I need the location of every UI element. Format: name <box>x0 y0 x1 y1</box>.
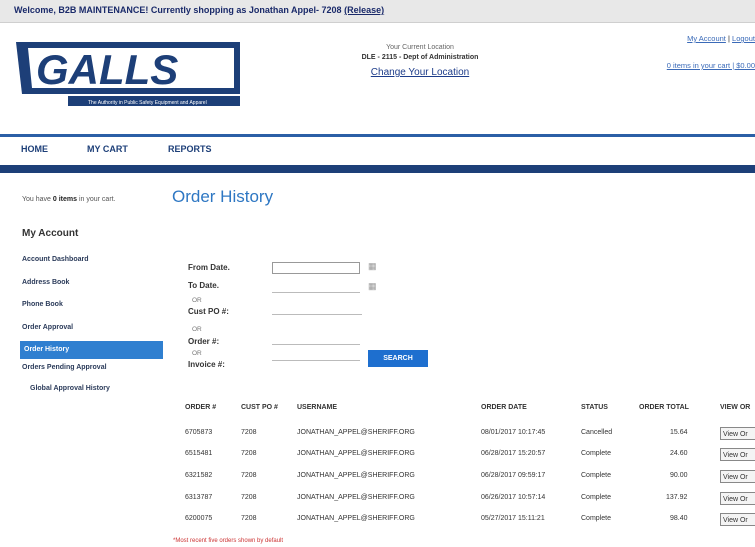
nav-my-cart[interactable]: MY CART <box>87 144 128 154</box>
cust-po: 7208 <box>241 472 257 479</box>
view-order-button[interactable]: View Or <box>720 448 755 461</box>
order-date: 05/27/2017 15:11:21 <box>481 515 545 522</box>
main-nav: HOME MY CART REPORTS <box>0 134 755 173</box>
logo-tagline: The Authority in Public Safety Equipment… <box>88 100 207 106</box>
cust-po: 7208 <box>241 450 257 457</box>
cart-count: 0 items <box>52 196 78 203</box>
galls-logo[interactable]: GALLS The Authority in Public Safety Equ… <box>8 34 258 116</box>
sidebar-item-order-approval[interactable]: Order Approval <box>22 324 73 331</box>
or-label: OR <box>192 350 202 357</box>
calendar-icon[interactable]: ▦ <box>368 261 377 272</box>
sidebar-title: My Account <box>22 228 79 239</box>
header-status: STATUS <box>581 404 608 411</box>
order-date: 06/26/2017 10:57:14 <box>481 494 546 501</box>
cart-message-post: in your cart. <box>78 196 116 203</box>
order-status: Cancelled <box>581 429 613 436</box>
cust-po-input[interactable] <box>272 314 362 315</box>
welcome-text: Welcome, B2B MAINTENANCE! Currently shop… <box>14 5 342 15</box>
header-order-number: ORDER # <box>185 404 217 411</box>
order-total: 90.00 <box>670 472 688 479</box>
order-status: Complete <box>581 472 611 479</box>
order-number-label: Order #: <box>188 337 220 346</box>
my-account-link[interactable]: My Account <box>687 34 726 43</box>
cust-po-label: Cust PO #: <box>188 307 229 316</box>
username: JONATHAN_APPEL@SHERIFF.ORG <box>297 515 415 522</box>
cust-po: 7208 <box>241 429 257 436</box>
order-total: 15.64 <box>670 429 688 436</box>
order-total: 137.92 <box>666 494 688 501</box>
order-status: Complete <box>581 450 611 457</box>
invoice-number-input[interactable] <box>272 360 360 361</box>
order-status: Complete <box>581 515 611 522</box>
order-total: 24.60 <box>670 450 688 457</box>
header-cust-po: CUST PO # <box>241 404 278 411</box>
sidebar-item-address-book[interactable]: Address Book <box>22 279 69 286</box>
view-order-button[interactable]: View Or <box>720 513 755 526</box>
order-number: 6515481 <box>185 450 213 457</box>
order-status: Complete <box>581 494 611 501</box>
order-number: 6200075 <box>185 515 213 522</box>
order-total: 98.40 <box>670 515 688 522</box>
cust-po: 7208 <box>241 494 257 501</box>
logo-text: GALLS <box>36 46 178 93</box>
nav-home[interactable]: HOME <box>21 144 48 154</box>
change-location-link[interactable]: Change Your Location <box>325 67 515 78</box>
header-order-date: ORDER DATE <box>481 404 527 411</box>
to-date-label: To Date. <box>188 281 219 290</box>
order-date: 06/28/2017 15:20:57 <box>481 450 546 457</box>
logout-link[interactable]: Logout <box>732 34 755 43</box>
cart-message: You have 0 items in your cart. <box>22 196 116 203</box>
order-number: 6321582 <box>185 472 213 479</box>
or-label: OR <box>192 326 202 333</box>
cart-message-pre: You have <box>22 196 51 203</box>
cart-summary-link[interactable]: 0 items in your cart | $0.00 <box>667 61 755 70</box>
or-label: OR <box>192 297 202 304</box>
view-order-button[interactable]: View Or <box>720 427 755 440</box>
nav-reports[interactable]: REPORTS <box>168 144 212 154</box>
sidebar-item-order-history[interactable]: Order History <box>20 341 163 359</box>
order-number: 6705873 <box>185 429 213 436</box>
calendar-icon[interactable]: ▦ <box>368 281 377 292</box>
header-username: USERNAME <box>297 404 338 411</box>
order-number-input[interactable] <box>272 344 360 345</box>
location-value: DLE - 2115 - Dept of Administration <box>361 54 479 61</box>
username: JONATHAN_APPEL@SHERIFF.ORG <box>297 472 415 479</box>
location-block: Your Current Location DLE - 2115 - Dept … <box>325 44 515 78</box>
sidebar-item-orders-pending-approval[interactable]: Orders Pending Approval <box>22 364 107 371</box>
view-order-button[interactable]: View Or <box>720 492 755 505</box>
welcome-bar: Welcome, B2B MAINTENANCE! Currently shop… <box>0 0 755 23</box>
order-number: 6313787 <box>185 494 213 501</box>
page-title: Order History <box>172 187 274 206</box>
release-link[interactable]: (Release) <box>344 5 384 15</box>
from-date-label: From Date. <box>188 263 230 272</box>
sidebar-item-account-dashboard[interactable]: Account Dashboard <box>22 256 89 263</box>
default-orders-note: *Most recent five orders shown by defaul… <box>173 538 284 544</box>
username: JONATHAN_APPEL@SHERIFF.ORG <box>297 494 415 501</box>
username: JONATHAN_APPEL@SHERIFF.ORG <box>297 429 415 436</box>
from-date-input[interactable] <box>272 262 360 274</box>
sidebar-item-global-approval-history[interactable]: Global Approval History <box>30 385 110 392</box>
account-links: My Account | Logout 0 items in your cart… <box>667 34 755 70</box>
sidebar-item-phone-book[interactable]: Phone Book <box>22 301 63 308</box>
link-separator: | <box>728 34 730 43</box>
location-label: Your Current Location <box>386 44 454 51</box>
username: JONATHAN_APPEL@SHERIFF.ORG <box>297 450 415 457</box>
order-date: 08/01/2017 10:17:45 <box>481 429 546 436</box>
view-order-button[interactable]: View Or <box>720 470 755 483</box>
invoice-number-label: Invoice #: <box>188 360 225 369</box>
cust-po: 7208 <box>241 515 257 522</box>
to-date-input[interactable] <box>272 292 360 293</box>
order-date: 06/28/2017 09:59:17 <box>481 472 546 479</box>
header-view-order: VIEW OR <box>720 404 751 411</box>
header-order-total: ORDER TOTAL <box>639 404 689 411</box>
search-button[interactable]: SEARCH <box>368 350 428 367</box>
